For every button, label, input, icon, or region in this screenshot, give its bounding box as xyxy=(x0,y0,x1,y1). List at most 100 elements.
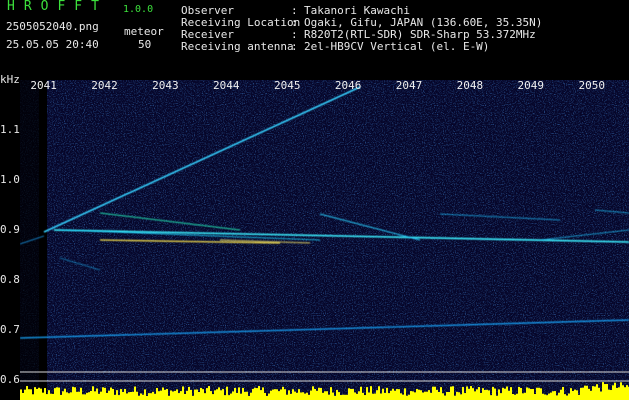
level-bar xyxy=(34,387,36,400)
level-bar xyxy=(456,391,458,400)
level-bar xyxy=(194,389,196,400)
level-bar xyxy=(432,386,434,400)
level-bar xyxy=(52,393,54,400)
level-bar xyxy=(282,386,284,400)
level-bar xyxy=(384,392,386,400)
level-bar xyxy=(618,387,620,400)
level-bar xyxy=(518,386,520,400)
level-bar xyxy=(322,392,324,400)
level-bar xyxy=(106,392,108,400)
level-bar xyxy=(478,387,480,400)
level-bar xyxy=(272,389,274,400)
level-bar xyxy=(54,388,56,400)
time-tick-label: 2050 xyxy=(578,79,605,92)
level-bar xyxy=(584,385,586,400)
level-bar xyxy=(374,393,376,400)
level-bar xyxy=(168,395,170,400)
app-name: HROFFT xyxy=(7,0,108,14)
level-bar xyxy=(186,390,188,400)
level-bar xyxy=(528,388,530,400)
level-bar xyxy=(124,389,126,400)
level-bar xyxy=(304,393,306,400)
level-bar xyxy=(360,386,362,400)
level-bar xyxy=(590,390,592,400)
level-bar xyxy=(438,391,440,400)
level-bar xyxy=(466,386,468,400)
level-bar xyxy=(398,389,400,400)
level-bar xyxy=(188,386,190,400)
level-bar xyxy=(66,392,68,400)
level-bar xyxy=(496,395,498,400)
level-bar xyxy=(148,393,150,400)
level-bar xyxy=(184,393,186,400)
level-bar xyxy=(612,385,614,400)
level-bar xyxy=(526,387,528,400)
level-bar xyxy=(474,391,476,400)
level-bar xyxy=(482,388,484,400)
level-bar xyxy=(160,390,162,400)
level-bar xyxy=(144,389,146,400)
freq-tick-label: 0.9 xyxy=(0,223,20,236)
time-tick-label: 2043 xyxy=(152,79,179,92)
level-bar xyxy=(200,387,202,400)
level-bar xyxy=(154,393,156,400)
level-bar xyxy=(596,384,598,400)
level-bar xyxy=(350,388,352,400)
level-bar xyxy=(342,394,344,400)
level-bar xyxy=(90,390,92,400)
level-bar xyxy=(102,387,104,400)
level-bar xyxy=(248,395,250,400)
level-bar xyxy=(86,392,88,400)
level-bar xyxy=(576,390,578,400)
level-bar xyxy=(38,387,40,400)
level-bar xyxy=(508,390,510,400)
level-bar xyxy=(574,389,576,400)
level-bar xyxy=(392,388,394,400)
level-bar xyxy=(586,385,588,400)
level-bar xyxy=(266,395,268,400)
level-bar xyxy=(20,389,22,400)
meteor-label: meteor xyxy=(124,25,164,38)
spectrogram xyxy=(20,80,629,400)
level-bar xyxy=(532,388,534,400)
level-bar xyxy=(446,391,448,400)
level-bar xyxy=(600,391,602,400)
level-bar xyxy=(492,386,494,400)
file-name: 2505052040.png xyxy=(6,20,99,33)
level-bar xyxy=(572,391,574,400)
level-bar xyxy=(264,392,266,400)
time-axis: 2041 2042 2043 2044 2045 2046 2047 2048 2049 2050 xyxy=(20,80,629,92)
level-bar xyxy=(42,392,44,400)
level-bar xyxy=(362,392,364,400)
time-tick-label: 2041 xyxy=(30,79,57,92)
level-bar xyxy=(170,390,172,400)
level-bar xyxy=(306,392,308,400)
level-bar xyxy=(516,393,518,400)
level-bar xyxy=(506,386,508,400)
freq-tick-label: 0.8 xyxy=(0,273,20,286)
level-bar xyxy=(98,393,100,400)
time-tick-label: 2046 xyxy=(334,79,362,92)
level-bar xyxy=(150,393,152,400)
level-bar xyxy=(40,388,42,400)
level-bar xyxy=(414,392,416,400)
level-bar xyxy=(550,392,552,400)
level-bar xyxy=(412,391,414,400)
level-bar xyxy=(454,395,456,400)
level-bar xyxy=(46,394,48,400)
level-bar xyxy=(402,394,404,400)
level-bar xyxy=(292,389,294,400)
level-bar xyxy=(554,391,556,400)
level-bar xyxy=(182,386,184,400)
level-bar xyxy=(222,389,224,400)
level-bar xyxy=(212,394,214,400)
level-bar xyxy=(520,388,522,400)
level-bar xyxy=(418,389,420,400)
level-bar xyxy=(404,388,406,400)
level-bar xyxy=(278,391,280,400)
level-bar xyxy=(76,391,78,400)
level-bar xyxy=(316,390,318,400)
level-bar xyxy=(74,387,76,400)
level-bar xyxy=(536,387,538,400)
level-bar xyxy=(290,393,292,400)
